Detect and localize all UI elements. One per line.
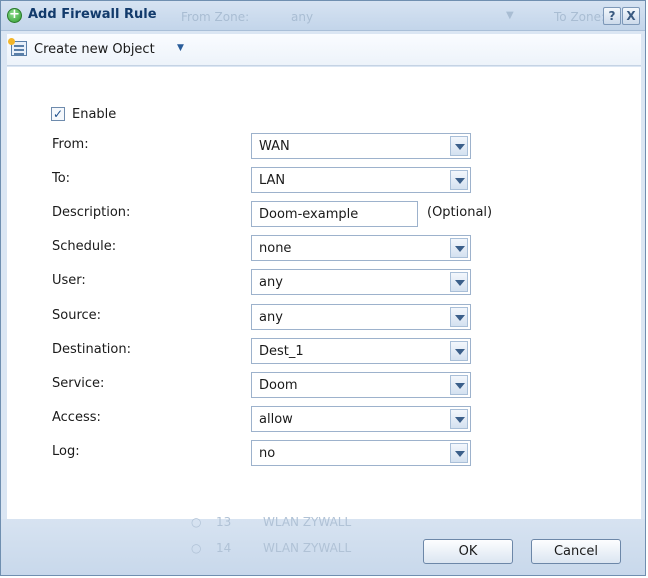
chevron-down-icon[interactable]: [450, 341, 468, 361]
to-value: LAN: [259, 173, 286, 188]
title-bar[interactable]: From Zone: any ▼ To Zone: + Add Firewall…: [1, 1, 645, 31]
destination-value: Dest_1: [259, 344, 304, 359]
chevron-down-icon[interactable]: [450, 375, 468, 395]
chevron-down-icon[interactable]: [450, 272, 468, 292]
background-from-zone-label: From Zone:: [181, 10, 250, 24]
description-label: Description:: [52, 205, 131, 220]
user-label: User:: [52, 273, 86, 288]
source-value: any: [259, 310, 283, 325]
chevron-down-icon[interactable]: [450, 307, 468, 327]
from-select[interactable]: WAN: [251, 133, 471, 159]
service-select[interactable]: Doom: [251, 372, 471, 398]
destination-row: Destination: Dest_1: [7, 338, 641, 364]
user-row: User: any: [7, 269, 641, 295]
form-area: ✓ Enable From: WAN To: LAN Description: …: [7, 67, 641, 519]
log-select[interactable]: no: [251, 440, 471, 466]
from-label: From:: [52, 137, 89, 152]
log-row: Log: no: [7, 440, 641, 466]
enable-checkbox[interactable]: ✓: [51, 107, 65, 121]
background-row-number: 14: [216, 541, 232, 555]
schedule-row: Schedule: none: [7, 235, 641, 261]
from-value: WAN: [259, 139, 290, 154]
background-chevron-icon: ▼: [506, 10, 514, 21]
schedule-select[interactable]: none: [251, 235, 471, 261]
ok-button[interactable]: OK: [423, 539, 513, 564]
optional-hint: (Optional): [427, 205, 493, 220]
access-value: allow: [259, 412, 293, 427]
user-select[interactable]: any: [251, 269, 471, 295]
background-row: ○ 13 WLAN ZYWALL: [1, 515, 641, 535]
schedule-value: none: [259, 241, 292, 256]
to-row: To: LAN: [7, 167, 641, 193]
chevron-down-icon[interactable]: [450, 443, 468, 463]
close-button[interactable]: X: [622, 7, 640, 25]
user-value: any: [259, 275, 283, 290]
chevron-down-icon[interactable]: [450, 238, 468, 258]
access-row: Access: allow: [7, 406, 641, 432]
service-label: Service:: [52, 376, 105, 391]
to-label: To:: [52, 171, 71, 186]
destination-label: Destination:: [52, 342, 131, 357]
log-label: Log:: [52, 444, 80, 459]
to-select[interactable]: LAN: [251, 167, 471, 193]
background-row-name: WLAN ZYWALL: [263, 541, 352, 555]
add-icon: +: [7, 8, 22, 23]
source-select[interactable]: any: [251, 304, 471, 330]
chevron-down-icon[interactable]: [450, 136, 468, 156]
dialog-title: Add Firewall Rule: [28, 7, 157, 22]
background-to-zone-label: To Zone:: [554, 10, 606, 24]
destination-select[interactable]: Dest_1: [251, 338, 471, 364]
source-label: Source:: [52, 308, 102, 323]
from-row: From: WAN: [7, 133, 641, 159]
background-lock-icon: ○: [191, 541, 202, 555]
description-input[interactable]: Doom-example: [251, 201, 418, 227]
help-button[interactable]: ?: [603, 7, 621, 25]
background-from-zone-value: any: [291, 10, 314, 24]
source-row: Source: any: [7, 304, 641, 330]
dialog-footer: ○ 13 WLAN ZYWALL ○ 14 WLAN ZYWALL OK Can…: [1, 515, 645, 575]
access-select[interactable]: allow: [251, 406, 471, 432]
chevron-down-icon[interactable]: [450, 409, 468, 429]
service-value: Doom: [259, 378, 298, 393]
cancel-button[interactable]: Cancel: [531, 539, 621, 564]
toolbar: Create new Object ▼: [7, 34, 641, 66]
description-value: Doom-example: [259, 207, 359, 222]
create-new-object-menu[interactable]: Create new Object: [34, 42, 155, 57]
background-row-number: 13: [216, 515, 232, 529]
description-row: Description: Doom-example (Optional): [7, 201, 641, 227]
schedule-label: Schedule:: [52, 239, 117, 254]
chevron-down-icon[interactable]: ▼: [177, 43, 184, 53]
background-lock-icon: ○: [191, 515, 202, 529]
chevron-down-icon[interactable]: [450, 170, 468, 190]
log-value: no: [259, 446, 276, 461]
access-label: Access:: [52, 410, 101, 425]
service-row: Service: Doom: [7, 372, 641, 398]
add-firewall-rule-dialog: From Zone: any ▼ To Zone: + Add Firewall…: [0, 0, 646, 576]
create-object-icon[interactable]: [8, 38, 27, 56]
enable-label: Enable: [72, 107, 117, 122]
background-row-name: WLAN ZYWALL: [263, 515, 352, 529]
